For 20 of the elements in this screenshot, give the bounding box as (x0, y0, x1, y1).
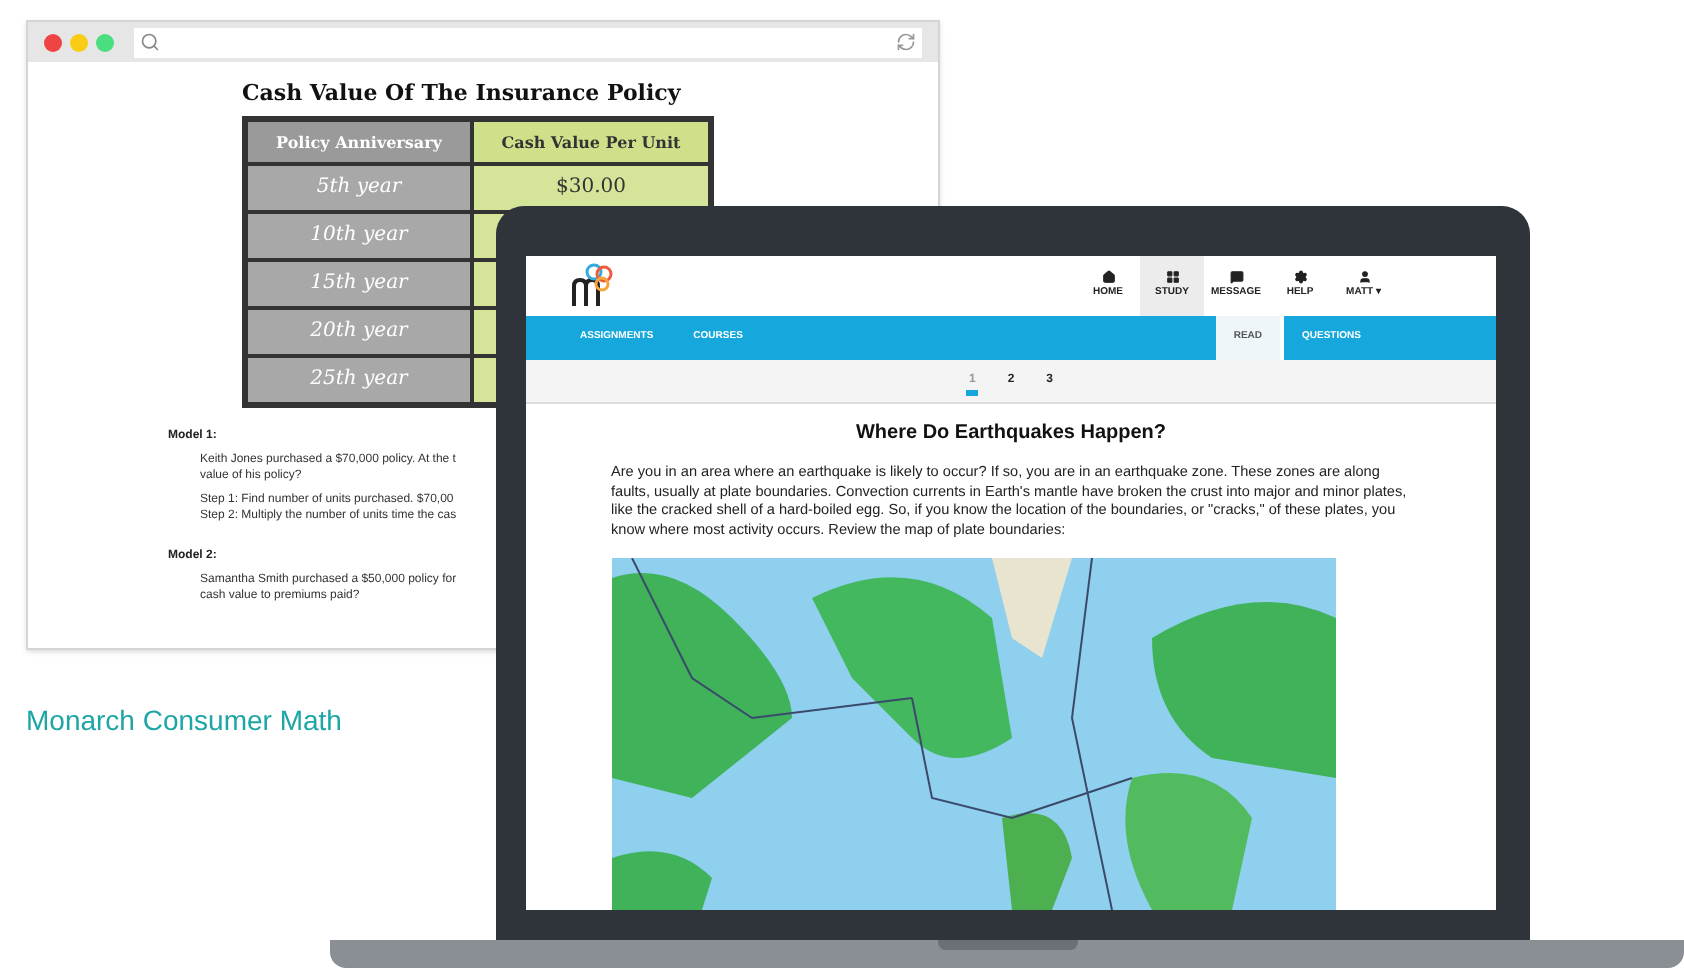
table-header-cell: Cash Value Per Unit (472, 119, 710, 163)
logo-icon (570, 262, 614, 310)
table-cell: 25th year (246, 355, 472, 403)
table-header-cell: Policy Anniversary (246, 119, 472, 163)
user-icon (1357, 270, 1371, 285)
table-cell: 5th year (246, 163, 472, 211)
caption: Monarch Consumer Math (26, 702, 342, 740)
settings-icon (1293, 270, 1307, 285)
chat-icon (1229, 270, 1243, 285)
document-title: Cash Value Of The Insurance Policy (242, 78, 681, 110)
address-field[interactable] (134, 27, 922, 57)
grid-icon (1165, 270, 1179, 285)
home-icon (1101, 270, 1115, 285)
table-cell: 20th year (246, 307, 472, 355)
search-icon (140, 32, 160, 52)
laptop-notch (937, 940, 1077, 950)
article-title: Where Do Earthquakes Happen? (855, 420, 1167, 448)
reload-icon[interactable] (896, 32, 916, 52)
table-cell: 15th year (246, 259, 472, 307)
table-cell: 10th year (246, 211, 472, 259)
